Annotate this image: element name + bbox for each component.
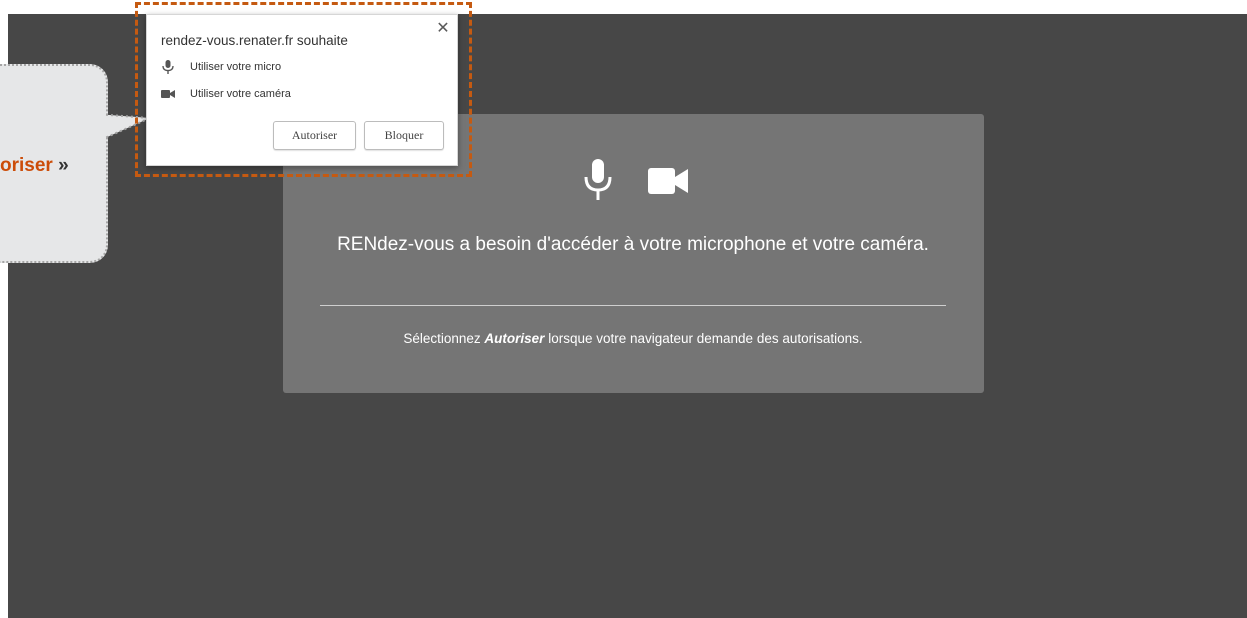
permission-message: RENdez-vous a besoin d'accéder à votre m…: [337, 234, 929, 255]
highlight-frame: [135, 2, 472, 177]
microphone-icon: [584, 159, 612, 200]
screenshot-stage: RENdez-vous a besoin d'accéder à votre m…: [0, 0, 1247, 618]
instruction-suffix: lorsque votre navigateur demande des aut…: [544, 331, 863, 346]
instruction-prefix: Sélectionnez: [403, 331, 485, 346]
callout-text: oriser »: [0, 153, 69, 179]
camera-icon: [648, 168, 688, 194]
callout-text-accent: oriser: [0, 155, 53, 176]
callout-text-suffix: »: [52, 155, 69, 176]
permission-instruction: Sélectionnez Autoriser lorsque votre nav…: [320, 330, 946, 348]
instruction-emphasis: Autoriser: [484, 331, 545, 346]
panel-divider: [320, 305, 946, 306]
